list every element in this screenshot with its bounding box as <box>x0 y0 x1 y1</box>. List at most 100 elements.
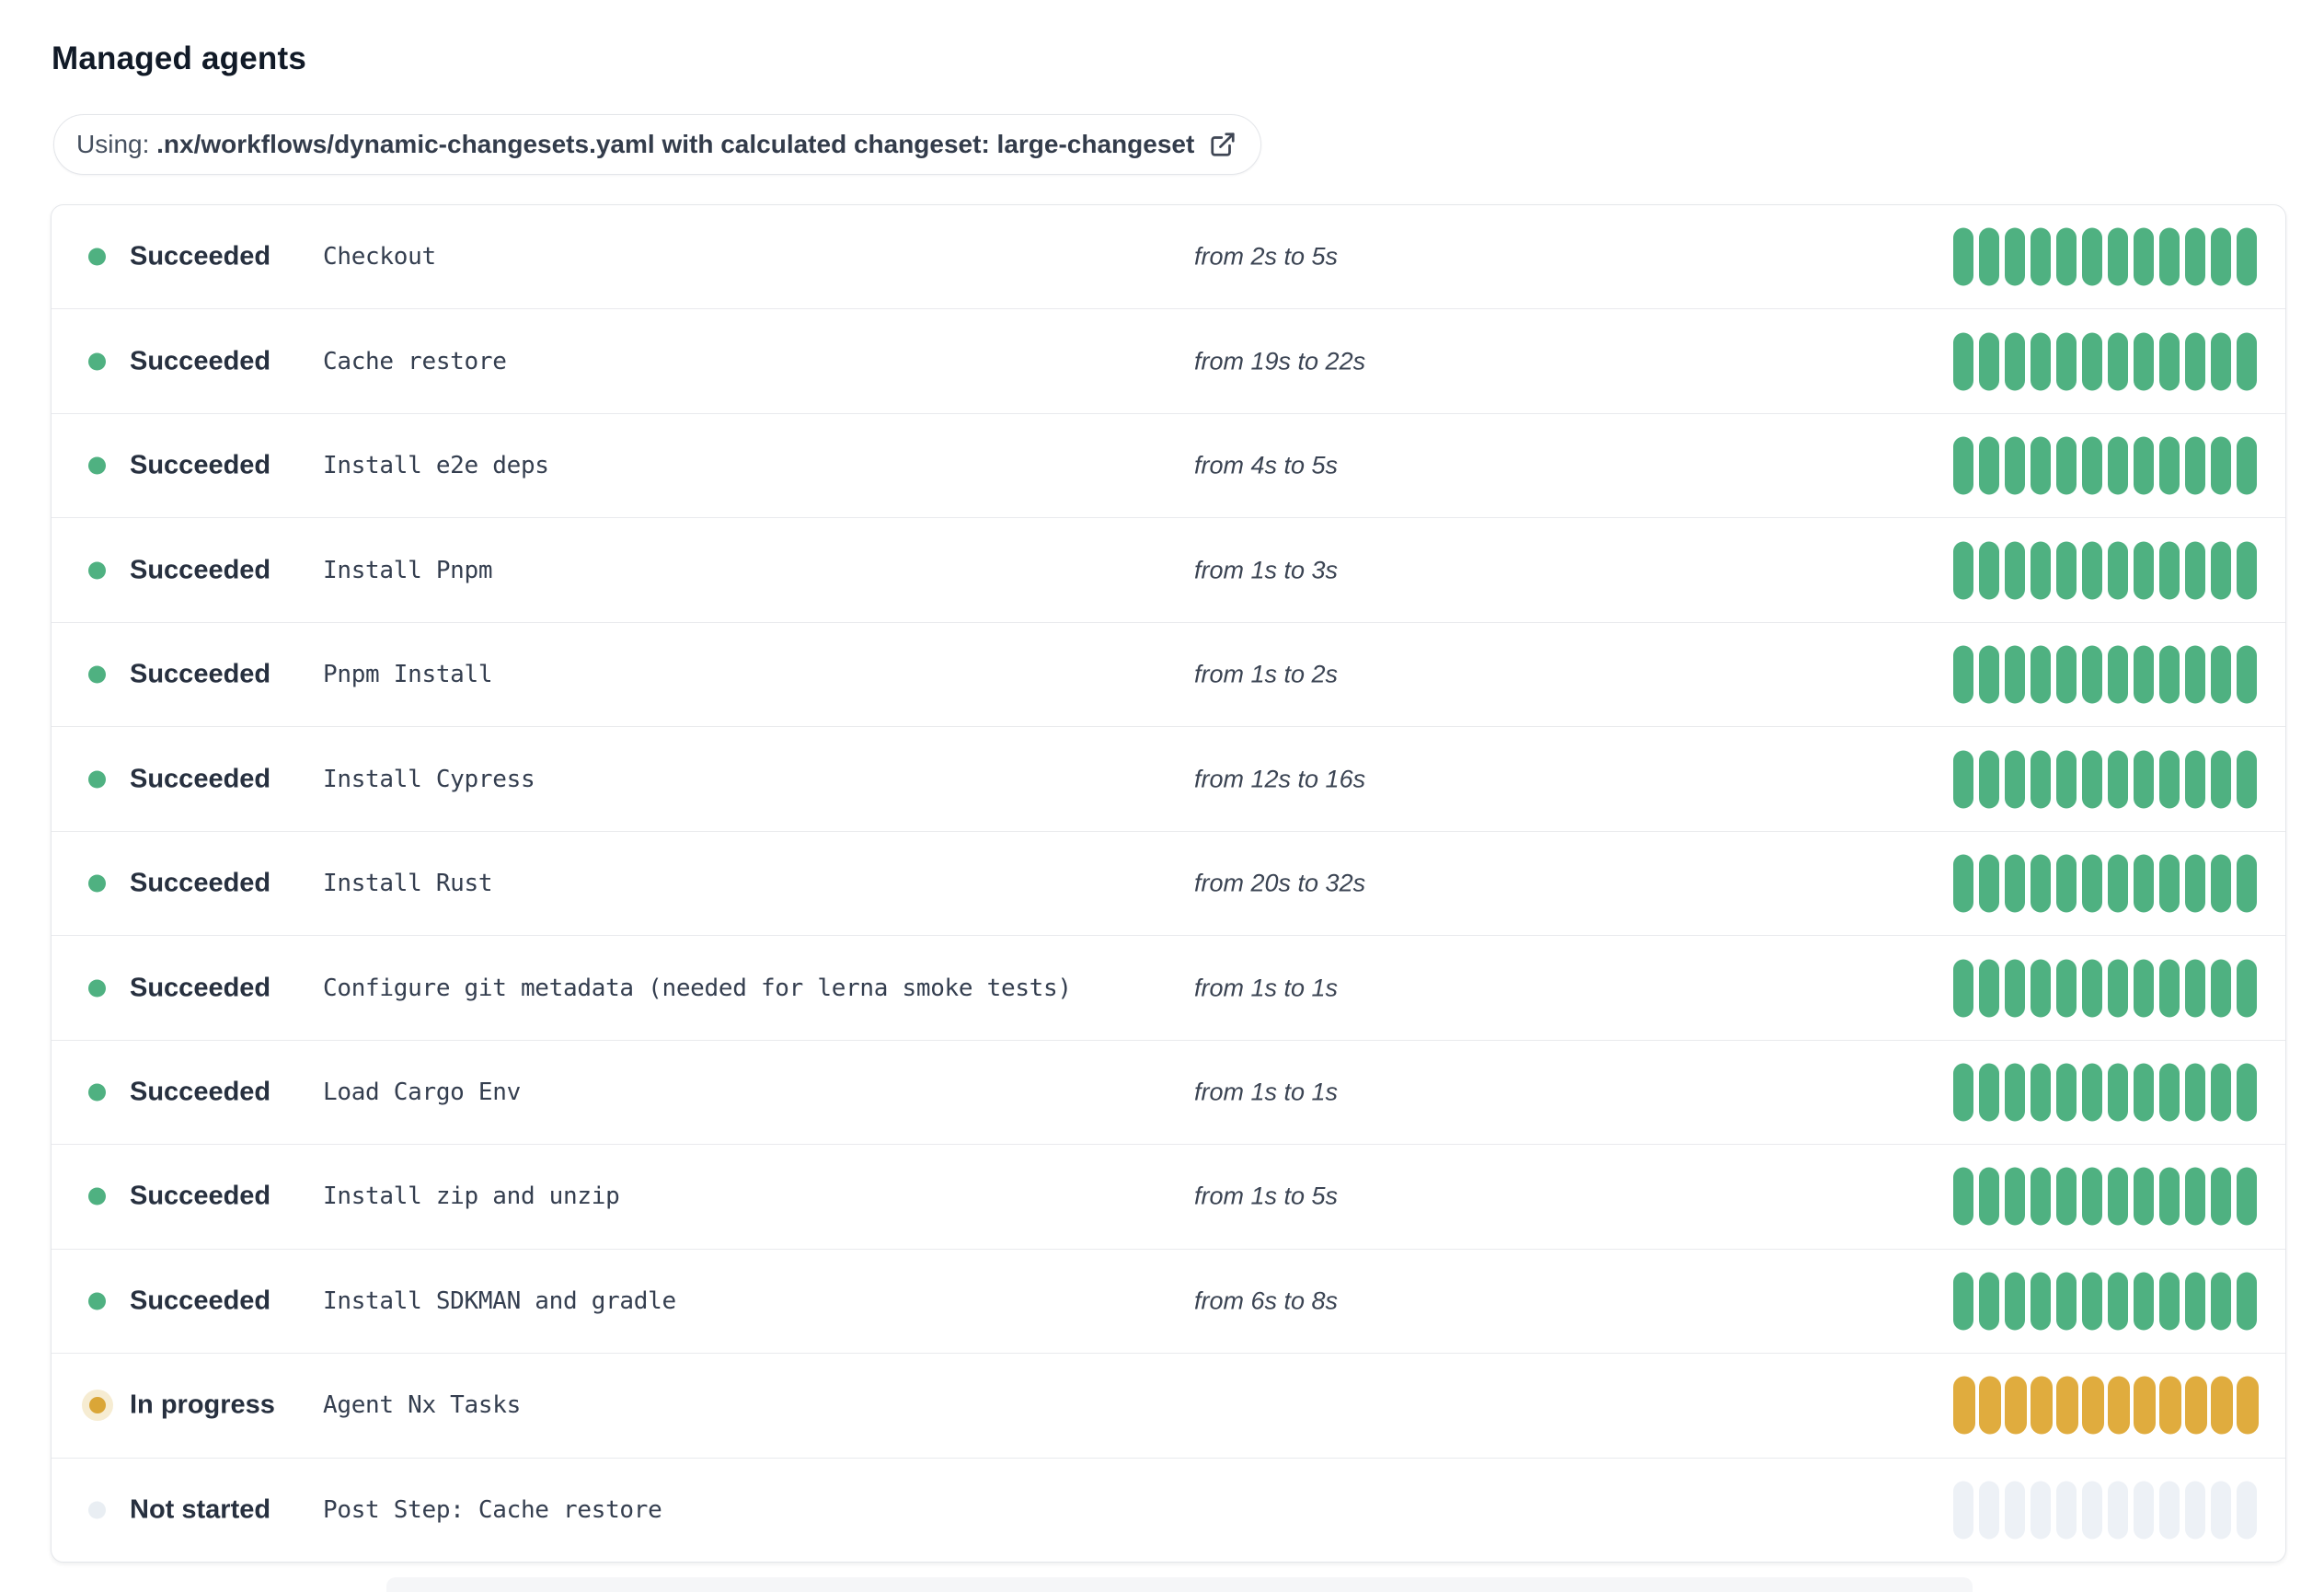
step-duration: from 19s to 22s <box>1194 347 1366 375</box>
managed-agents-page: Managed agents Using: .nx/workflows/dyna… <box>0 0 2324 1592</box>
progress-segment <box>2031 1272 2051 1331</box>
agent-step-row[interactable]: In progress Agent Nx Tasks <box>52 1353 2285 1457</box>
external-link-icon[interactable] <box>1209 131 1237 158</box>
progress-segment <box>2185 959 2205 1018</box>
progress-segment <box>2134 1376 2156 1435</box>
progress-segment <box>2159 436 2180 495</box>
step-name: Agent Nx Tasks <box>323 1391 521 1420</box>
progress-segment <box>2211 1376 2233 1435</box>
status-label: Succeeded <box>130 659 271 689</box>
progress-segment <box>2159 1376 2181 1435</box>
progress-segment <box>2108 1481 2128 1540</box>
status-label: In progress <box>130 1390 275 1420</box>
progress-segment <box>2211 1481 2231 1540</box>
agent-step-row[interactable]: Succeeded Install zip and unzip from 1s … <box>52 1144 2285 1248</box>
agent-step-row[interactable]: Succeeded Install Cypress from 12s to 16… <box>52 726 2285 830</box>
agent-step-row[interactable]: Succeeded Install e2e deps from 4s to 5s <box>52 412 2285 517</box>
progress-segment <box>2082 1272 2102 1331</box>
agent-step-row[interactable]: Succeeded Install Rust from 20s to 32s <box>52 830 2285 935</box>
progress-segment <box>2185 1481 2205 1540</box>
progress-segment <box>2185 332 2205 391</box>
progress-segment <box>2185 1272 2205 1331</box>
agent-step-row[interactable]: Succeeded Install SDKMAN and gradle from… <box>52 1248 2285 1353</box>
progress-segment <box>2031 750 2051 809</box>
progress-segment <box>1953 1063 1973 1122</box>
step-name: Install SDKMAN and gradle <box>323 1286 676 1315</box>
progress-bar <box>1953 1272 2257 1331</box>
status-dot <box>89 1397 106 1414</box>
agent-step-row[interactable]: Succeeded Pnpm Install from 1s to 2s <box>52 621 2285 726</box>
progress-segment <box>2108 1167 2128 1226</box>
progress-segment <box>1979 750 1999 809</box>
progress-segment <box>2056 541 2077 600</box>
progress-segment <box>2237 1481 2257 1540</box>
progress-segment <box>2237 1376 2259 1435</box>
workflow-banner[interactable]: Using: .nx/workflows/dynamic-changesets.… <box>53 114 1262 175</box>
progress-segment <box>2211 1063 2231 1122</box>
progress-segment <box>2108 645 2128 704</box>
agent-step-row[interactable]: Not started Post Step: Cache restore <box>52 1457 2285 1562</box>
progress-segment <box>1953 332 1973 391</box>
step-name: Install zip and unzip <box>323 1182 620 1211</box>
progress-segment <box>2031 1481 2051 1540</box>
progress-bar <box>1953 332 2257 391</box>
progress-segment <box>2031 959 2051 1018</box>
step-name: Configure git metadata (needed for lerna… <box>323 974 1072 1002</box>
progress-segment <box>2211 1272 2231 1331</box>
progress-segment <box>2211 436 2231 495</box>
progress-segment <box>2134 645 2154 704</box>
progress-segment <box>2237 227 2257 286</box>
progress-segment <box>1979 854 1999 913</box>
progress-segment <box>1953 1481 1973 1540</box>
step-name: Pnpm Install <box>323 661 493 689</box>
progress-segment <box>2185 750 2205 809</box>
step-duration: from 1s to 1s <box>1194 1078 1339 1106</box>
agent-step-row[interactable]: Succeeded Cache restore from 19s to 22s <box>52 308 2285 412</box>
step-name: Checkout <box>323 243 436 271</box>
progress-segment <box>2082 1481 2102 1540</box>
progress-segment <box>2056 854 2077 913</box>
progress-segment <box>2211 541 2231 600</box>
progress-segment <box>2056 332 2077 391</box>
progress-segment <box>1979 959 1999 1018</box>
progress-segment <box>2108 750 2128 809</box>
progress-segment <box>2134 332 2154 391</box>
progress-segment <box>2082 436 2102 495</box>
banner-text: Using: .nx/workflows/dynamic-changesets.… <box>76 130 1194 159</box>
progress-segment <box>2082 750 2102 809</box>
progress-bar <box>1953 227 2257 286</box>
progress-segment <box>1979 1063 1999 1122</box>
status-dot <box>88 352 106 371</box>
progress-segment <box>2134 1272 2154 1331</box>
progress-bar <box>1953 750 2257 809</box>
agent-step-row[interactable]: Succeeded Load Cargo Env from 1s to 1s <box>52 1039 2285 1144</box>
progress-segment <box>2159 227 2180 286</box>
progress-segment <box>1953 1376 1975 1435</box>
progress-segment <box>1979 1481 1999 1540</box>
partially-visible-next-section <box>386 1577 1973 1592</box>
progress-segment <box>2211 1167 2231 1226</box>
progress-segment <box>1979 227 1999 286</box>
agent-step-row[interactable]: Succeeded Configure git metadata (needed… <box>52 935 2285 1039</box>
progress-segment <box>1953 227 1973 286</box>
step-name: Load Cargo Env <box>323 1078 521 1106</box>
progress-segment <box>2031 854 2051 913</box>
status-label: Succeeded <box>130 973 271 1003</box>
progress-segment <box>2211 750 2231 809</box>
progress-segment <box>2134 750 2154 809</box>
progress-segment <box>2134 227 2154 286</box>
agent-step-row[interactable]: Succeeded Install Pnpm from 1s to 3s <box>52 517 2285 621</box>
progress-segment <box>1979 1272 1999 1331</box>
status-dot <box>88 1292 106 1310</box>
status-dot <box>88 1187 106 1206</box>
status-label: Succeeded <box>130 346 271 376</box>
progress-segment <box>2005 1272 2025 1331</box>
progress-bar <box>1953 436 2257 495</box>
progress-segment <box>2185 227 2205 286</box>
progress-segment <box>1953 1272 1973 1331</box>
progress-bar <box>1953 541 2257 600</box>
progress-segment <box>1979 541 1999 600</box>
progress-segment <box>2159 750 2180 809</box>
step-name: Post Step: Cache restore <box>323 1495 662 1524</box>
agent-step-row[interactable]: Succeeded Checkout from 2s to 5s <box>52 205 2285 308</box>
